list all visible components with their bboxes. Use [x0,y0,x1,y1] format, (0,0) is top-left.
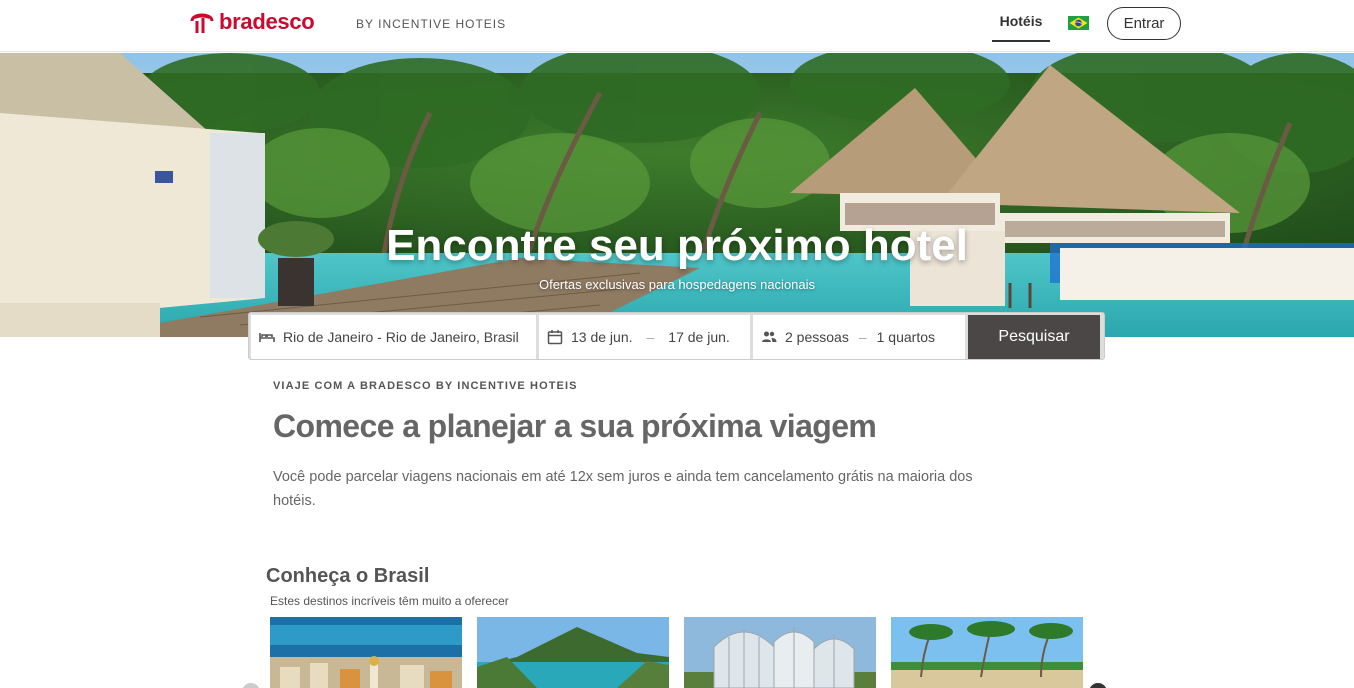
guests-count: 2 pessoas [785,329,849,345]
carousel-next-button[interactable] [1089,683,1107,688]
checkin-date: 13 de jun. [571,329,633,345]
date-separator: – [646,329,655,345]
brand-name: bradesco [219,9,315,34]
login-button[interactable]: Entrar [1107,7,1181,40]
bradesco-logo[interactable]: bradesco [189,9,315,35]
palm-beach-photo [891,617,1083,688]
destination-value: Rio de Janeiro - Rio de Janeiro, Brasil [283,329,519,345]
nav-tab-hotels[interactable]: Hotéis [992,13,1050,42]
destination-card[interactable] [270,617,462,688]
coastal-town-photo [270,617,462,688]
search-button[interactable]: Pesquisar [968,315,1100,359]
brand-tagline: BY INCENTIVE HOTEIS [356,17,507,31]
destinations-subtitle: Estes destinos incríveis têm muito a ofe… [270,594,509,608]
destinations-title: Conheça o Brasil [266,565,430,587]
calendar-icon [547,330,563,345]
dates-field[interactable]: 13 de jun. – 17 de jun. [539,315,750,359]
section-eyebrow: VIAJE COM A BRADESCO BY INCENTIVE HOTEIS [273,380,578,392]
hero-title: Encontre seu próximo hotel [386,221,968,270]
section-title: Comece a planejar a sua próxima viagem [273,408,877,444]
destination-card[interactable] [891,617,1083,688]
destinations-carousel [270,617,1083,688]
hotel-search-bar: Rio de Janeiro - Rio de Janeiro, Brasil … [248,312,1105,360]
bradesco-tree-icon [190,13,214,33]
brazil-flag-icon[interactable] [1068,16,1089,30]
carousel-prev-button[interactable] [242,683,260,688]
bed-icon [259,333,275,342]
greenhouse-photo [684,617,876,688]
section-description: Você pode parcelar viagens nacionais em … [273,469,973,509]
guests-field[interactable]: 2 pessoas – 1 quartos [753,315,965,359]
checkout-date: 17 de jun. [668,329,730,345]
people-icon [762,331,777,342]
destination-field[interactable]: Rio de Janeiro - Rio de Janeiro, Brasil [251,315,536,359]
resort-photo [0,53,1354,337]
hero-subtitle: Ofertas exclusivas para hospedagens naci… [538,277,816,292]
destination-card[interactable] [684,617,876,688]
destination-card[interactable] [477,617,669,688]
top-header: bradesco BY INCENTIVE HOTEIS Hotéis Entr… [0,0,1354,52]
guests-separator: – [858,329,867,345]
rooms-count: 1 quartos [876,329,935,345]
hero-banner: Encontre seu próximo hotel Ofertas exclu… [0,53,1354,337]
bay-mountains-photo [477,617,669,688]
